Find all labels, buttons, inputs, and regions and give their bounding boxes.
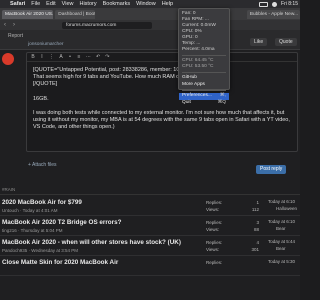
thread-title[interactable]: 2020 MacBook Air for $799 — [2, 199, 82, 206]
redo-icon[interactable]: ↷ — [105, 54, 109, 60]
forward-icon[interactable]: › — [13, 22, 19, 28]
replies-label: Replies: — [206, 260, 223, 265]
last-post-user[interactable]: Bear — [276, 246, 286, 251]
wifi-icon[interactable] — [272, 1, 278, 7]
quote-close-line: [/QUOTE] — [33, 81, 58, 88]
views-label: Views: — [206, 207, 220, 212]
views-label: Views: — [206, 227, 220, 232]
replies-count: 4 — [256, 240, 259, 245]
insert-icon[interactable]: ⋯ — [86, 54, 91, 60]
menu-help[interactable]: Help — [162, 1, 173, 7]
last-post-user[interactable]: Halloween — [276, 206, 297, 211]
battery-icon[interactable] — [259, 1, 269, 7]
menu-item-more-apps[interactable]: More Apps — [182, 82, 226, 89]
tab-dashboard[interactable]: Dashboard | Bootstr... — [55, 9, 95, 19]
editor-toolbar: B I ⋮ A • ≡ ⋯ ↶ ↷ — [27, 53, 297, 62]
thread-meta: Untouch · Today at 4:01 AM — [2, 208, 58, 213]
address-bar: ‹ › forums.macrumors.com — [0, 20, 300, 30]
tab-macbook-air[interactable]: MacBook Air 2020 US... — [2, 9, 54, 19]
thread-meta: Pandoch935 · Wednesday at 3:54 PM — [2, 248, 78, 253]
tab-strip: MacBook Air 2020 US... Dashboard | Boots… — [0, 8, 300, 20]
thread-meta: ting216 · Thursday at 5:04 PM — [2, 228, 63, 233]
screen: Safari File Edit View History Bookmarks … — [0, 0, 300, 300]
replies-label: Replies: — [206, 220, 223, 225]
reply-paragraph: I was doing both tests while connected t… — [33, 109, 290, 131]
post-header: Report jonsoniumarcher Like Quote — [0, 30, 300, 50]
quit-label: Quit — [182, 99, 191, 105]
ram-line: 16GB. — [33, 95, 49, 102]
thread-title[interactable]: Close Matte Skin for 2020 MacBook Air — [2, 259, 118, 266]
bold-icon[interactable]: B — [31, 54, 35, 60]
align-icon[interactable]: ≡ — [77, 54, 81, 60]
attach-files-button[interactable]: + Attach files — [28, 162, 57, 168]
italic-icon[interactable]: I — [40, 54, 44, 60]
menu-item-quit[interactable]: Quit ⌘Q — [182, 100, 226, 107]
replies-count: 1 — [256, 200, 259, 205]
views-count: 88 — [253, 227, 259, 232]
preferences-label: Preferences... — [182, 93, 212, 98]
last-post-time[interactable]: Today at 5:44 — [268, 239, 295, 244]
last-post-time[interactable]: Today at 5:30 — [268, 259, 295, 264]
thread-list: 2020 MacBook Air for $799 Untouch · Toda… — [0, 196, 300, 276]
clock-text[interactable]: Fri 8:15 — [281, 1, 298, 7]
url-field[interactable]: forums.macrumors.com — [62, 21, 152, 29]
status-area: Fri 8:15 — [259, 0, 298, 8]
menu-separator — [182, 72, 226, 73]
thread-row[interactable]: MacBook Air 2020 T2 Bridge OS errors? ti… — [0, 216, 300, 236]
undo-icon[interactable]: ↶ — [96, 54, 100, 60]
quit-shortcut: ⌘Q — [217, 99, 226, 105]
views-count: 301 — [251, 247, 259, 252]
menu-bookmarks[interactable]: Bookmarks — [103, 1, 131, 7]
thread-title[interactable]: MacBook Air 2020 - when will other store… — [2, 239, 181, 246]
menu-file[interactable]: File — [31, 1, 40, 7]
similar-threads-header: #RAIN — [0, 185, 300, 195]
menu-window[interactable]: Window — [136, 1, 156, 7]
tab-bubbles[interactable]: Bubbles - Apple New... — [246, 9, 300, 19]
post-reply-button[interactable]: Post reply — [256, 165, 287, 174]
stat-line: Percent: 4.0ma — [182, 47, 215, 52]
menu-app-name[interactable]: Safari — [10, 1, 25, 7]
font-color-icon[interactable]: A — [59, 54, 63, 60]
avatar[interactable] — [2, 53, 14, 65]
views-label: Views: — [206, 247, 220, 252]
thread-row[interactable]: MacBook Air 2020 - when will other store… — [0, 236, 300, 256]
thread-title[interactable]: MacBook Air 2020 T2 Bridge OS errors? — [2, 219, 121, 226]
quote-body-line: That seems high for 9 tabs and YouTube. … — [33, 74, 210, 81]
menu-bar: Safari File Edit View History Bookmarks … — [0, 0, 300, 8]
more-format-icon[interactable]: ⋮ — [49, 54, 54, 60]
reply-editor[interactable]: B I ⋮ A • ≡ ⋯ ↶ ↷ [QUOTE="Untapped Poten… — [26, 52, 298, 152]
back-icon[interactable]: ‹ — [4, 22, 10, 28]
last-post-time[interactable]: Today at 6:10 — [268, 219, 295, 224]
editor-text[interactable]: [QUOTE="Untapped Potential, post: 283382… — [33, 67, 295, 138]
views-count: 112 — [251, 207, 259, 212]
thread-row[interactable]: Close Matte Skin for 2020 MacBook Air Re… — [0, 256, 300, 276]
report-link[interactable]: Report — [8, 33, 23, 39]
menu-separator — [182, 90, 226, 91]
menu-view[interactable]: View — [62, 1, 74, 7]
stats-dropdown-menu: Fan: 0 Fan RPM: ... Current: 0.0mW CPU: … — [178, 8, 230, 105]
gpu-temp-line: CPU: 53.50 °C — [182, 64, 214, 69]
like-button[interactable]: Like — [250, 38, 268, 46]
menu-separator — [182, 55, 226, 56]
replies-count: 3 — [256, 220, 259, 225]
list-icon[interactable]: • — [68, 54, 72, 60]
menu-history[interactable]: History — [79, 1, 96, 7]
last-post-time[interactable]: Today at 6:10 — [268, 199, 295, 204]
thread-row[interactable]: 2020 MacBook Air for $799 Untouch · Toda… — [0, 196, 300, 216]
menu-edit[interactable]: Edit — [46, 1, 55, 7]
quote-button[interactable]: Quote — [275, 38, 297, 46]
quote-open-line: [QUOTE="Untapped Potential, post: 283382… — [33, 67, 199, 73]
replies-label: Replies: — [206, 240, 223, 245]
replies-label: Replies: — [206, 200, 223, 205]
last-post-user[interactable]: Bear — [276, 226, 286, 231]
user-link[interactable]: jonsoniumarcher — [28, 42, 63, 47]
